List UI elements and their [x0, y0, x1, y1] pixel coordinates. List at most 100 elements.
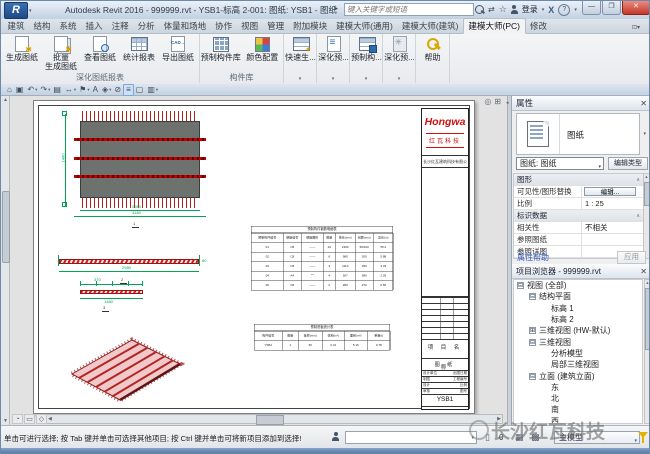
- workset-combo[interactable]: [345, 431, 477, 444]
- tree-item[interactable]: 东: [514, 382, 642, 393]
- qat-caret-icon[interactable]: ▾: [48, 87, 50, 93]
- close-icon[interactable]: ✕: [640, 267, 647, 276]
- ribbon-tab[interactable]: 建模大师(建筑): [397, 19, 463, 33]
- search-expand-icon[interactable]: ▸: [335, 5, 338, 12]
- qat-caret-icon[interactable]: ▾: [87, 87, 89, 93]
- drawing-area[interactable]: ◎⊞ 1480 2980 3180 1 60 29: [10, 96, 507, 425]
- property-row[interactable]: 比例 1 : 25: [514, 198, 643, 210]
- scroll-up-icon[interactable]: ▲: [1, 97, 10, 103]
- scrollbar-thumb[interactable]: [644, 182, 650, 206]
- tree-expand-icon[interactable]: ⊟: [529, 339, 536, 346]
- print-icon[interactable]: ▤: [51, 85, 63, 95]
- scroll-up-icon[interactable]: ▲: [645, 280, 650, 285]
- ribbon-tab[interactable]: 建筑: [3, 19, 29, 33]
- panel-flyout-caret-icon[interactable]: ▾: [350, 76, 382, 82]
- scroll-right-icon[interactable]: ▶: [497, 415, 501, 423]
- section-identity[interactable]: 标识数据∧: [514, 210, 643, 222]
- scroll-left-icon[interactable]: ◀: [48, 415, 52, 423]
- panel-flyout-caret-icon[interactable]: ▾: [383, 76, 415, 82]
- steering-wheel-icon[interactable]: ◎: [484, 97, 491, 106]
- reveal-hidden-icon[interactable]: ◇: [36, 414, 47, 424]
- qat-caret-icon[interactable]: ▾: [35, 87, 37, 93]
- communication-center-icon[interactable]: ⇄: [488, 5, 495, 14]
- ribbon-tab[interactable]: 体量和场地: [159, 19, 211, 33]
- ribbon-button[interactable]: 快速生...: [284, 34, 317, 62]
- ribbon-button[interactable]: 深化预...: [383, 34, 416, 62]
- search-input[interactable]: [344, 3, 474, 16]
- type-preview[interactable]: 图纸: [516, 113, 640, 155]
- tree-item[interactable]: ⊞ 三维视图 (HW-默认): [514, 325, 642, 336]
- text-icon[interactable]: A: [91, 85, 100, 95]
- ribbon-button[interactable]: 导出图纸: [159, 34, 198, 71]
- type-selector[interactable]: 图纸: 图纸: [516, 157, 604, 170]
- ribbon-tab[interactable]: 建模大师(通用): [332, 19, 398, 33]
- help-icon[interactable]: ?: [558, 4, 570, 16]
- help-caret-icon[interactable]: ▾: [574, 7, 577, 13]
- open-icon[interactable]: ⌂: [5, 85, 14, 95]
- ribbon-button[interactable]: 预制构件库: [200, 34, 242, 62]
- ribbon-tab[interactable]: 附加模块: [289, 19, 332, 33]
- vertical-scrollbar[interactable]: ▲ ▼: [1, 96, 10, 425]
- tree-item[interactable]: 西: [514, 416, 642, 424]
- exclude-options-icon[interactable]: ▩: [531, 432, 540, 443]
- app-menu-caret-icon[interactable]: ▾: [29, 8, 32, 14]
- tree-item[interactable]: 标高 1: [514, 303, 642, 314]
- tree-item[interactable]: 南: [514, 404, 642, 415]
- editable-only-icon[interactable]: ▦: [515, 432, 524, 443]
- ribbon-tab[interactable]: 分析: [133, 19, 159, 33]
- ribbon-tab[interactable]: 结构: [29, 19, 55, 33]
- tree-item[interactable]: ⊟ 立面 (建筑立面): [514, 370, 642, 381]
- tree-item[interactable]: 局部三维视图: [514, 359, 642, 370]
- exchange-apps-icon[interactable]: X: [548, 5, 554, 15]
- sheet-view[interactable]: 1480 2980 3180 1 60 2980 2 370 1480: [33, 100, 475, 414]
- ribbon-tab[interactable]: 插入: [81, 19, 107, 33]
- navigation-bar-icon[interactable]: ⊞: [494, 97, 501, 106]
- minimize-button[interactable]: —: [582, 1, 601, 15]
- ribbon-tab[interactable]: 系统: [55, 19, 81, 33]
- ribbon-tab[interactable]: 建模大师(PC): [463, 18, 525, 34]
- ribbon-tab[interactable]: 管理: [263, 19, 289, 33]
- save-icon[interactable]: ▣: [14, 85, 26, 95]
- section-icon[interactable]: ⊘: [112, 85, 123, 95]
- crop-region-icon[interactable]: ▭: [24, 414, 35, 424]
- panel-flyout-caret-icon[interactable]: ▾: [317, 76, 349, 82]
- collapse-arrow-icon[interactable]: ◂: [506, 100, 509, 106]
- design-options-icon[interactable]: ▯: [485, 432, 490, 443]
- tree-item[interactable]: 分析模型: [514, 348, 642, 359]
- edit-visibility-button[interactable]: 编辑...: [584, 187, 636, 196]
- tree-expand-icon[interactable]: ⊟: [529, 293, 536, 300]
- active-model-combo[interactable]: 主模型: [554, 431, 640, 444]
- horizontal-scrollbar[interactable]: ◀ ▶: [46, 414, 503, 424]
- property-row[interactable]: 参照图纸: [514, 234, 643, 246]
- close-button[interactable]: ✕: [622, 1, 650, 15]
- sign-in-caret-icon[interactable]: ▾: [542, 7, 545, 13]
- revit-logo-icon[interactable]: R: [4, 2, 28, 19]
- tree-item[interactable]: 北: [514, 393, 642, 404]
- section-graphics[interactable]: 图形∧: [514, 174, 643, 186]
- qat-caret-icon[interactable]: ▾: [156, 87, 158, 93]
- sign-in-person-icon[interactable]: [511, 5, 518, 14]
- close-hidden-windows-icon[interactable]: ▢: [134, 85, 146, 95]
- qat-caret-icon[interactable]: ▾: [109, 87, 111, 93]
- tree-expand-icon[interactable]: ⊟: [529, 373, 536, 380]
- tree-item[interactable]: 标高 2: [514, 314, 642, 325]
- tree-item[interactable]: ⊟ 三维视图: [514, 336, 642, 347]
- edit-type-button[interactable]: 编辑类型: [608, 157, 648, 170]
- ribbon-button[interactable]: 查看图纸: [81, 34, 120, 71]
- close-icon[interactable]: ✕: [640, 99, 647, 108]
- ribbon-button[interactable]: 生成图纸: [3, 34, 42, 71]
- ribbon-tab[interactable]: 协作: [211, 19, 237, 33]
- scrollbar-thumb[interactable]: [645, 288, 650, 350]
- favorites-star-icon[interactable]: ☆: [499, 4, 507, 15]
- ribbon-button[interactable]: 预制构...: [350, 34, 383, 62]
- ribbon-tab[interactable]: 视图: [237, 19, 263, 33]
- scroll-up-icon[interactable]: ▲: [644, 174, 649, 179]
- property-row[interactable]: 相关性 不相关: [514, 222, 643, 234]
- scroll-down-icon[interactable]: ▼: [1, 418, 10, 424]
- ribbon-tab[interactable]: 注释: [107, 19, 133, 33]
- tree-item[interactable]: ⊟ 视图 (全部): [514, 280, 642, 291]
- thin-lines-icon[interactable]: ≡: [123, 84, 134, 96]
- properties-header[interactable]: 属性 ✕: [512, 96, 650, 111]
- properties-scrollbar[interactable]: ▲: [643, 173, 650, 259]
- panel-flyout-caret-icon[interactable]: ▾: [284, 76, 316, 82]
